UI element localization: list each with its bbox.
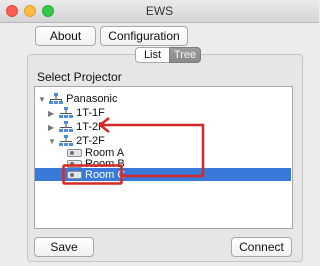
annotation-arrow-line <box>100 123 205 178</box>
save-button[interactable]: Save <box>34 237 94 257</box>
annotation-box <box>62 164 123 185</box>
annotation-overlay <box>62 117 205 185</box>
connect-button[interactable]: Connect <box>231 237 292 257</box>
